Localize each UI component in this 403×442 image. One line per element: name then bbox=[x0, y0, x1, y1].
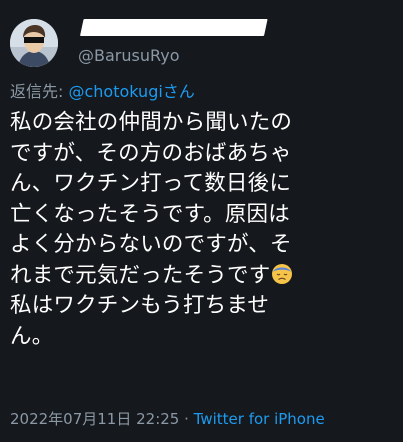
tweet-line: ん。 bbox=[10, 323, 54, 349]
tweet-source-link[interactable]: Twitter for iPhone bbox=[194, 410, 325, 428]
tweet-line: 私の会社の仲間から聞いたの bbox=[10, 110, 293, 135]
reply-mention-link[interactable]: @chotokugiさん bbox=[68, 82, 194, 101]
tweet-line: よく分からないのですが、そ bbox=[10, 232, 292, 257]
reply-to-line: 返信先: @chotokugiさん bbox=[10, 80, 195, 104]
tweet-line: ですが、その方のおばあちゃ bbox=[10, 140, 292, 166]
disappointed-face-emoji bbox=[271, 263, 293, 285]
avatar[interactable] bbox=[10, 19, 58, 67]
tweet-meta: 2022年07月11日 22:25 · Twitter for iPhone bbox=[10, 408, 325, 430]
tweet-line: 私はワクチンもう打ちませ bbox=[10, 293, 270, 318]
user-handle[interactable]: @BarusuRyo bbox=[78, 44, 179, 68]
tweet-timestamp[interactable]: 2022年07月11日 22:25 bbox=[10, 410, 179, 428]
avatar-photo bbox=[10, 19, 58, 67]
tweet-line: れまで元気だったそうです bbox=[10, 262, 271, 288]
tweet-line: ん、ワクチン打って数日後に bbox=[10, 171, 292, 196]
tweet-card: @BarusuRyo 返信先: @chotokugiさん 私の会社の仲間から聞い… bbox=[0, 0, 403, 442]
tweet-line-with-emoji: れまで元気だったそうです bbox=[10, 261, 398, 292]
disappointed-face-icon bbox=[272, 263, 293, 284]
tweet-line: 亡くなったそうです。原因は bbox=[10, 201, 290, 227]
redaction-bar bbox=[80, 19, 268, 36]
meta-separator: · bbox=[179, 410, 194, 428]
tweet-text: 私の会社の仲間から聞いたの ですが、その方のおばあちゃ ん、ワクチン打って数日後に亡… bbox=[10, 108, 398, 352]
reply-to-label: 返信先: bbox=[10, 82, 69, 101]
